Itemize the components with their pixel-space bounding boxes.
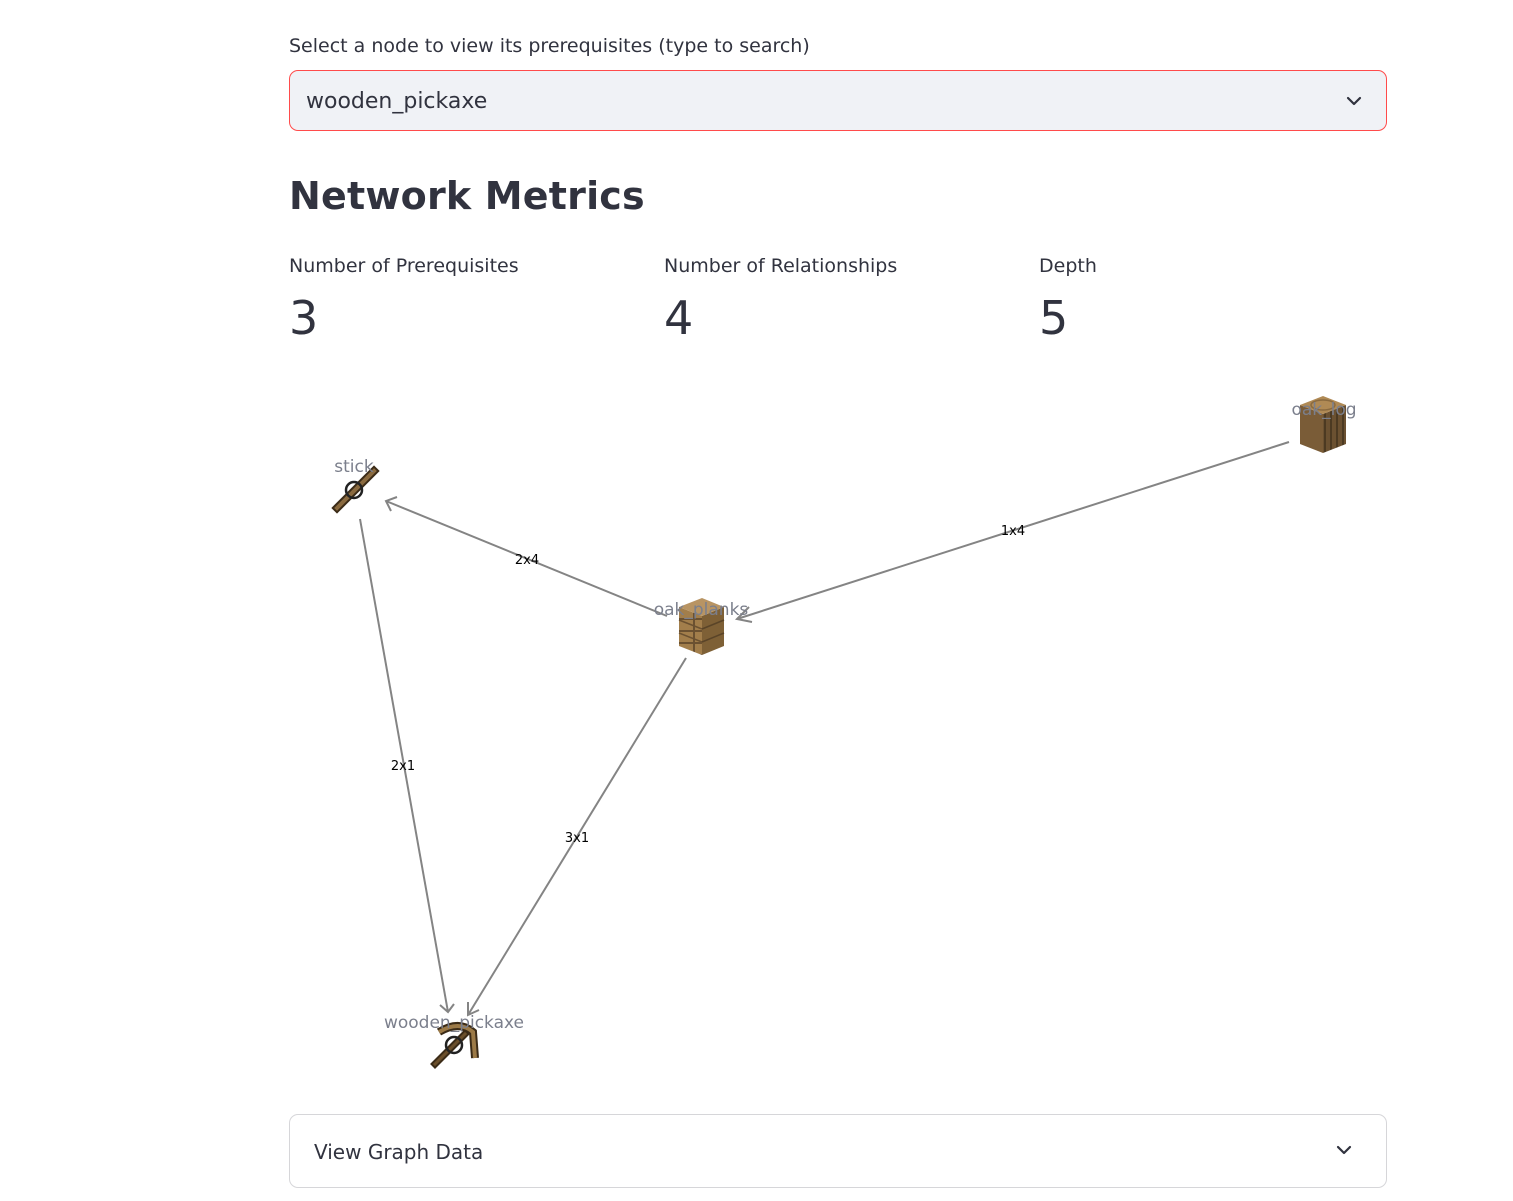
node-select[interactable]: wooden_pickaxe [289,70,1387,131]
metric-value: 5 [1039,291,1069,345]
edge-label-oak-planks-to-stick: 2x4 [515,553,539,568]
metric-value: 4 [664,291,694,345]
metric-prerequisites: Number of Prerequisites 3 [289,252,649,346]
graph-node-stick[interactable]: stick [331,457,380,514]
app-page: Select a node to view its prerequisites … [0,0,1513,1201]
node-label: oak_planks [654,600,749,620]
node-label: stick [334,457,374,477]
view-graph-data-expander[interactable]: View Graph Data [289,1114,1387,1188]
edge-label-stick-to-wooden-pickaxe: 2x1 [391,759,415,774]
edge-label-oak-planks-to-wooden-pickaxe: 3x1 [565,831,589,846]
metric-label: Number of Prerequisites [289,255,519,277]
node-label: wooden_pickaxe [384,1013,524,1033]
node-select-label: Select a node to view its prerequisites … [289,35,810,57]
graph-node-oak-log[interactable]: oak_log [1291,396,1357,453]
node-label: oak_log [1291,400,1356,420]
edge-label-oak-log-to-oak-planks: 1x4 [1001,524,1025,539]
graph-node-wooden-pickaxe[interactable]: wooden_pickaxe [384,1013,524,1069]
graph-canvas[interactable]: 1x4 2x4 2x1 3x1 oak_log stick oak_planks… [289,380,1387,1100]
expander-label: View Graph Data [314,1140,484,1164]
metric-value: 3 [289,291,319,345]
metric-label: Number of Relationships [664,255,898,277]
network-metrics-title: Network Metrics [289,174,645,218]
node-select-value: wooden_pickaxe [306,89,488,114]
chevron-down-icon[interactable] [1334,1140,1354,1160]
metric-relationships: Number of Relationships 4 [664,252,1024,346]
chevron-down-icon[interactable] [1344,91,1364,111]
prerequisite-graph[interactable]: 1x4 2x4 2x1 3x1 oak_log stick oak_planks… [289,380,1387,1100]
metric-depth: Depth 5 [1039,252,1399,346]
graph-edges [359,441,1290,1017]
graph-node-oak-planks[interactable]: oak_planks [654,598,749,655]
metric-label: Depth [1039,255,1097,277]
